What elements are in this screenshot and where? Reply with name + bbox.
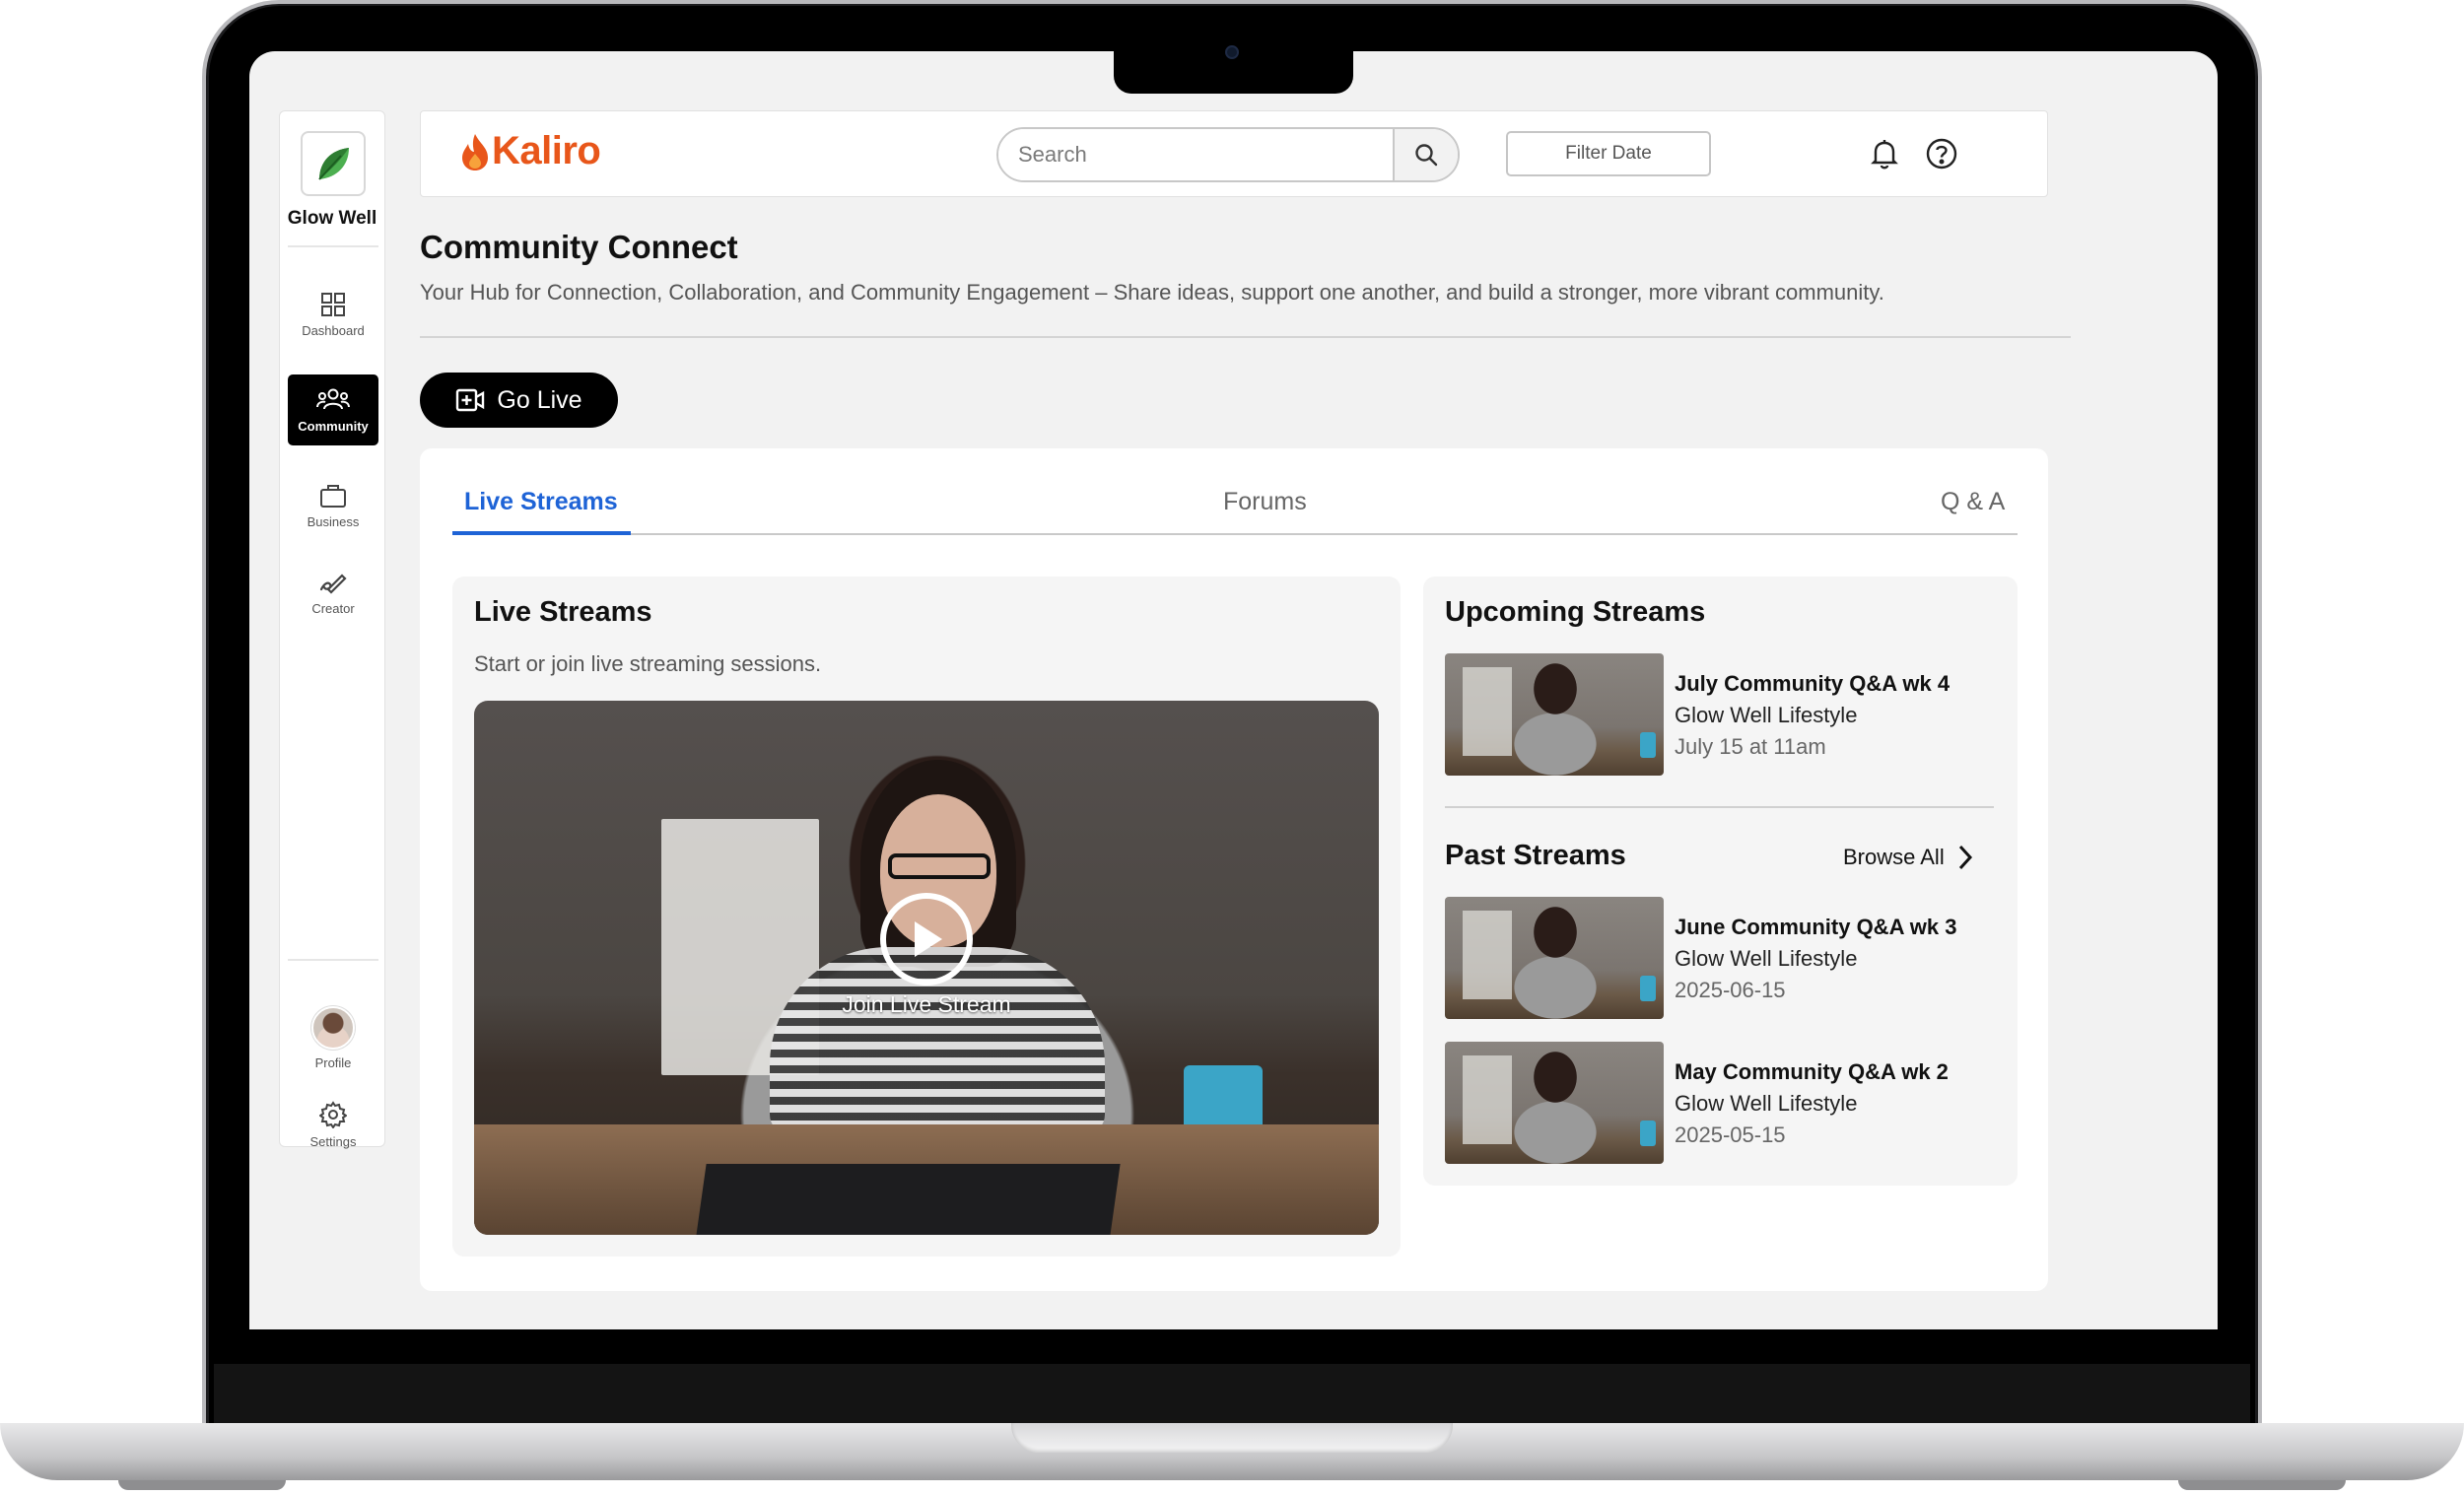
grid-icon bbox=[321, 292, 345, 316]
past-stream-item[interactable]: June Community Q&A wk 3 Glow Well Lifest… bbox=[1445, 897, 1987, 1019]
sidebar-item-label: Profile bbox=[314, 1054, 352, 1070]
go-live-button[interactable]: Go Live bbox=[420, 373, 618, 428]
laptop-chin bbox=[214, 1364, 2250, 1429]
sidebar-item-label: Dashboard bbox=[302, 322, 365, 338]
stream-date: 2025-06-15 bbox=[1675, 978, 1786, 1002]
sidebar-divider bbox=[288, 959, 378, 961]
stream-title: June Community Q&A wk 3 bbox=[1675, 915, 1957, 939]
stream-thumbnail bbox=[1445, 1042, 1664, 1164]
brand-logo[interactable] bbox=[301, 131, 366, 196]
people-icon bbox=[316, 388, 350, 409]
search-input[interactable] bbox=[998, 129, 1393, 180]
live-streams-subtitle: Start or join live streaming sessions. bbox=[474, 651, 822, 676]
laptop-mockup: Glow Well Dashboard Community Business C… bbox=[0, 0, 2464, 1495]
filter-date-button[interactable]: Filter Date bbox=[1506, 131, 1711, 176]
sidebar-item-dashboard[interactable]: Dashboard bbox=[288, 279, 378, 350]
sidebar-item-settings[interactable]: Settings bbox=[288, 1089, 378, 1160]
page-title: Community Connect bbox=[420, 229, 738, 265]
active-tab-indicator bbox=[452, 531, 631, 535]
sidebar-item-label: Settings bbox=[309, 1133, 357, 1149]
stream-info: July Community Q&A wk 4 Glow Well Lifest… bbox=[1675, 668, 1950, 763]
join-stream-label: Join Live Stream bbox=[842, 991, 1011, 1017]
brand-name: Glow Well bbox=[287, 208, 377, 229]
help-icon bbox=[1926, 138, 1957, 170]
go-live-label: Go Live bbox=[497, 385, 582, 414]
content-card: Live Streams Forums Q & A Live Streams S… bbox=[420, 448, 2048, 1291]
sidebar-item-business[interactable]: Business bbox=[288, 470, 378, 541]
live-streams-panel: Live Streams Start or join live streamin… bbox=[452, 577, 1401, 1257]
briefcase-icon bbox=[320, 484, 346, 508]
search-box bbox=[996, 127, 1460, 182]
top-bar: Kaliro Filter Date bbox=[420, 110, 2048, 197]
live-stream-video[interactable]: Join Live Stream bbox=[474, 701, 1379, 1235]
tab-bar: Live Streams Forums Q & A bbox=[452, 488, 2018, 535]
stream-title: July Community Q&A wk 4 bbox=[1675, 671, 1951, 696]
sidebar-item-label: Business bbox=[307, 513, 360, 529]
leaf-icon bbox=[318, 148, 349, 180]
browse-all-label: Browse All bbox=[1843, 845, 1945, 869]
chevron-right-icon bbox=[1958, 845, 1972, 870]
help-button[interactable] bbox=[1925, 137, 1958, 175]
flame-icon bbox=[462, 133, 488, 170]
stream-thumbnail bbox=[1445, 897, 1664, 1019]
streams-side-panel: Upcoming Streams July Community Q&A wk 4… bbox=[1423, 577, 2018, 1186]
past-streams-title: Past Streams bbox=[1445, 840, 1626, 871]
sidebar-item-label: Creator bbox=[311, 600, 355, 616]
upcoming-stream-item[interactable]: July Community Q&A wk 4 Glow Well Lifest… bbox=[1445, 653, 1987, 776]
browse-all-link[interactable]: Browse All bbox=[1843, 844, 1974, 871]
laptop-base-notch bbox=[1011, 1423, 1453, 1453]
laptop-foot-left bbox=[118, 1480, 286, 1490]
camera-lens bbox=[1225, 45, 1239, 59]
panel-divider bbox=[1445, 806, 1994, 808]
stream-info: June Community Q&A wk 3 Glow Well Lifest… bbox=[1675, 912, 1956, 1006]
stream-title: May Community Q&A wk 2 bbox=[1675, 1059, 1949, 1084]
tab-qa[interactable]: Q & A bbox=[1941, 488, 2005, 516]
stream-date: 2025-05-15 bbox=[1675, 1122, 1786, 1147]
video-add-icon bbox=[456, 388, 485, 412]
video-person-glasses bbox=[888, 853, 991, 879]
page-subtitle: Your Hub for Connection, Collaboration, … bbox=[420, 280, 1884, 305]
stream-org: Glow Well Lifestyle bbox=[1675, 1091, 1858, 1116]
bell-icon bbox=[1871, 140, 1898, 170]
stream-info: May Community Q&A wk 2 Glow Well Lifesty… bbox=[1675, 1056, 1949, 1151]
gear-icon bbox=[319, 1100, 347, 1128]
play-icon bbox=[915, 921, 942, 957]
tab-live-streams[interactable]: Live Streams bbox=[464, 488, 618, 516]
kaliro-logo[interactable]: Kaliro bbox=[460, 129, 601, 173]
live-streams-title: Live Streams bbox=[474, 596, 652, 628]
laptop-foot-right bbox=[2178, 1480, 2346, 1490]
sidebar-item-community[interactable]: Community bbox=[288, 374, 378, 445]
stream-date: July 15 at 11am bbox=[1675, 734, 1826, 759]
stream-org: Glow Well Lifestyle bbox=[1675, 946, 1858, 971]
header-divider bbox=[420, 336, 2071, 338]
sidebar: Glow Well Dashboard Community Business C… bbox=[279, 110, 385, 1149]
sidebar-divider bbox=[288, 245, 378, 247]
play-button[interactable] bbox=[880, 893, 973, 985]
sidebar-item-profile[interactable]: Profile bbox=[288, 998, 378, 1077]
stream-org: Glow Well Lifestyle bbox=[1675, 703, 1858, 727]
pen-icon bbox=[319, 573, 347, 594]
sidebar-item-creator[interactable]: Creator bbox=[288, 557, 378, 628]
logo-text: Kaliro bbox=[492, 129, 601, 172]
app-screen: Glow Well Dashboard Community Business C… bbox=[249, 51, 2218, 1329]
past-stream-item[interactable]: May Community Q&A wk 2 Glow Well Lifesty… bbox=[1445, 1042, 1987, 1164]
tab-forums[interactable]: Forums bbox=[1223, 488, 1307, 516]
avatar bbox=[311, 1005, 355, 1050]
video-bg-laptop bbox=[695, 1164, 1121, 1235]
sidebar-item-label: Community bbox=[298, 418, 369, 434]
search-icon bbox=[1415, 144, 1438, 167]
stream-thumbnail bbox=[1445, 653, 1664, 776]
upcoming-streams-title: Upcoming Streams bbox=[1445, 596, 1706, 628]
notifications-button[interactable] bbox=[1870, 137, 1899, 175]
join-stream-overlay[interactable]: Join Live Stream bbox=[474, 893, 1379, 1018]
search-button[interactable] bbox=[1393, 129, 1458, 180]
